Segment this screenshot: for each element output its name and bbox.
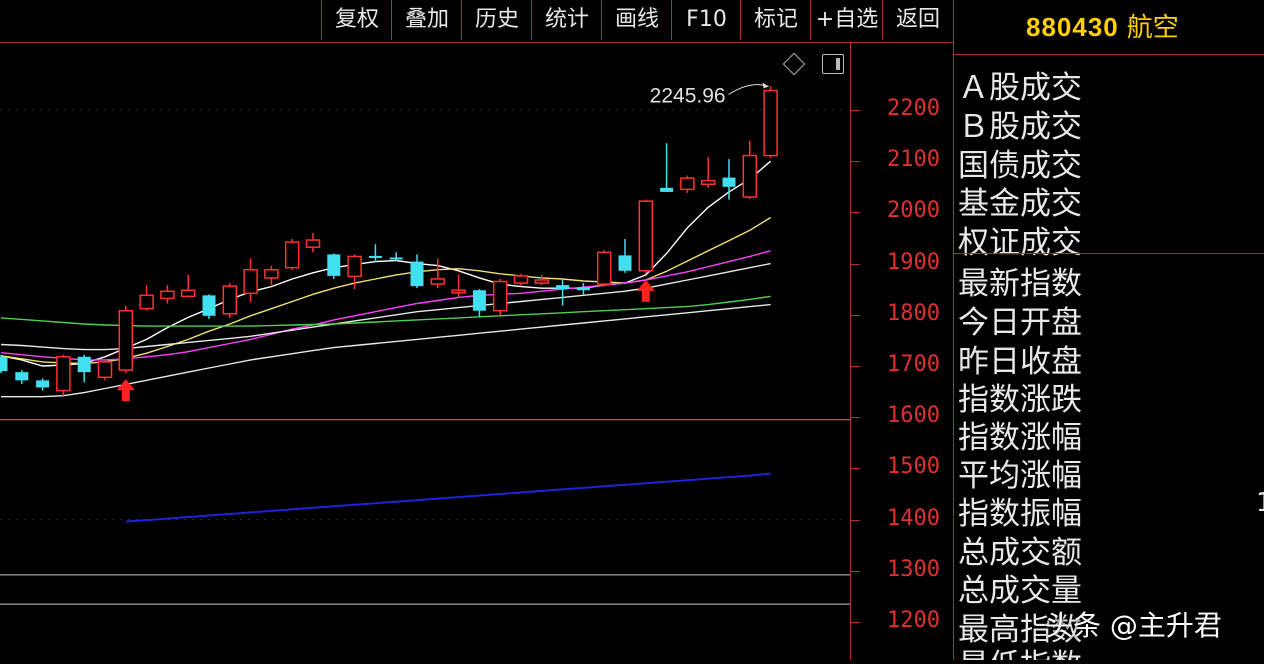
candle-body: [556, 285, 570, 290]
toolbar-button-3[interactable]: 统计: [531, 0, 602, 40]
candle-body: [534, 279, 550, 284]
candle-body: [389, 257, 403, 260]
candle-body: [180, 289, 196, 298]
candle-body: [243, 268, 258, 295]
toolbar: 复权 叠加 历史 统计 画线 F10 标记 +自选 返回: [0, 0, 953, 43]
candle-body: [56, 356, 71, 392]
candle-body: [139, 294, 154, 310]
toolbar-button-8[interactable]: 返回: [882, 0, 953, 40]
max-annotation-arrow: [728, 84, 769, 95]
candle-body: [264, 268, 279, 279]
axis-tick-mark: [851, 570, 860, 572]
axis-tick-mark: [851, 366, 860, 367]
axis-tick-mark: [851, 110, 860, 111]
ma-line-ma20: [0, 250, 771, 361]
candle-body: [722, 177, 736, 187]
candle-body: [680, 177, 695, 191]
ma-line-ma60: [0, 295, 771, 327]
candle-body: [327, 254, 341, 276]
toolbar-button-7[interactable]: +自选: [810, 0, 883, 40]
watermark: 头条 @主升君: [1045, 609, 1222, 642]
axis-tick-label: 1300: [887, 556, 940, 582]
info-panel: 880430 航空 Ａ股成交 Ｂ股成交 国债成交 基金成交 权证成交 最新指数 今日开盘 昨日收…: [953, 0, 1264, 660]
ma-line-ma250: [125, 472, 771, 523]
candle-body: [347, 255, 362, 278]
candle-body: [368, 255, 382, 258]
candle-body: [763, 89, 778, 157]
price-axis: 2200 2100 2000 1900 1800 1700 1600 1500 1400 1300…: [850, 43, 954, 660]
axis-tick-label: 1200: [887, 608, 940, 633]
axis-tick-label: 1800: [887, 300, 940, 326]
index-name: 航空: [1126, 13, 1179, 43]
axis-tick-mark: [851, 468, 860, 470]
axis-tick-mark: [851, 519, 860, 521]
index-code: 880430: [1026, 12, 1119, 42]
toolbar-button-0[interactable]: 复权: [321, 0, 392, 40]
candle-body: [742, 154, 758, 198]
info-row-label: 权证成交: [958, 225, 1082, 261]
axis-tick-mark: [851, 161, 860, 163]
panel-title: 880430 航空: [954, 0, 1264, 55]
kline-chart[interactable]: 2245.96: [0, 43, 850, 660]
candle-body: [202, 295, 216, 316]
axis-tick-mark: [851, 263, 860, 265]
axis-tick-label: 2200: [887, 96, 940, 121]
toolbar-button-1[interactable]: 叠加: [391, 0, 462, 40]
candle-body: [118, 309, 134, 371]
kline-chart-svg[interactable]: 2245.96: [0, 43, 850, 660]
candle-body: [576, 287, 590, 291]
candle-body: [15, 372, 29, 381]
candle-body: [451, 289, 466, 294]
candle-body: [492, 280, 508, 312]
axis-tick-label: 2000: [887, 198, 940, 224]
axis-tick-mark: [851, 212, 860, 214]
truncated-value: 1: [1256, 488, 1264, 518]
candle-body: [430, 278, 446, 285]
candle-body: [700, 179, 716, 185]
ma-line-ma10: [0, 216, 771, 365]
axis-tick-label: 1600: [887, 403, 940, 429]
ma-line-ma120: [1, 303, 771, 398]
max-price-label: 2245.96: [650, 84, 726, 107]
candle-body: [160, 290, 175, 300]
candle-body: [77, 356, 91, 373]
candle-body: [472, 290, 486, 311]
candle-body: [410, 261, 424, 287]
axis-tick-label: 1700: [887, 352, 940, 377]
toolbar-button-2[interactable]: 历史: [461, 0, 532, 40]
candle-body: [513, 275, 529, 284]
candle-body: [222, 285, 238, 315]
panel-separator: [954, 253, 1264, 254]
candle-body: [660, 187, 674, 192]
ma-line-ma5: [0, 160, 772, 367]
axis-tick-mark: [851, 622, 860, 623]
candle-body: [97, 361, 113, 379]
axis-tick-label: 2100: [887, 147, 940, 173]
max-annotation-arrowhead: [762, 82, 769, 89]
axis-tick-label: 1400: [887, 505, 940, 531]
toolbar-button-6[interactable]: 标记: [740, 0, 811, 40]
candle-body: [284, 241, 300, 269]
buy-arrow-icon: [636, 279, 655, 302]
axis-tick-mark: [851, 314, 860, 316]
candle-body: [618, 255, 632, 271]
candle-body: [36, 380, 50, 388]
candle-body: [0, 356, 8, 372]
axis-tick-label: 1900: [887, 249, 940, 275]
axis-tick-mark: [851, 417, 860, 419]
candle-body: [638, 200, 654, 272]
panel-toggle-icon[interactable]: [822, 54, 844, 74]
candle-body: [596, 251, 612, 285]
candle-body: [305, 239, 321, 248]
toolbar-button-5[interactable]: F10: [671, 0, 741, 40]
axis-tick-label: 1500: [887, 454, 940, 480]
toolbar-button-4[interactable]: 画线: [601, 0, 672, 40]
